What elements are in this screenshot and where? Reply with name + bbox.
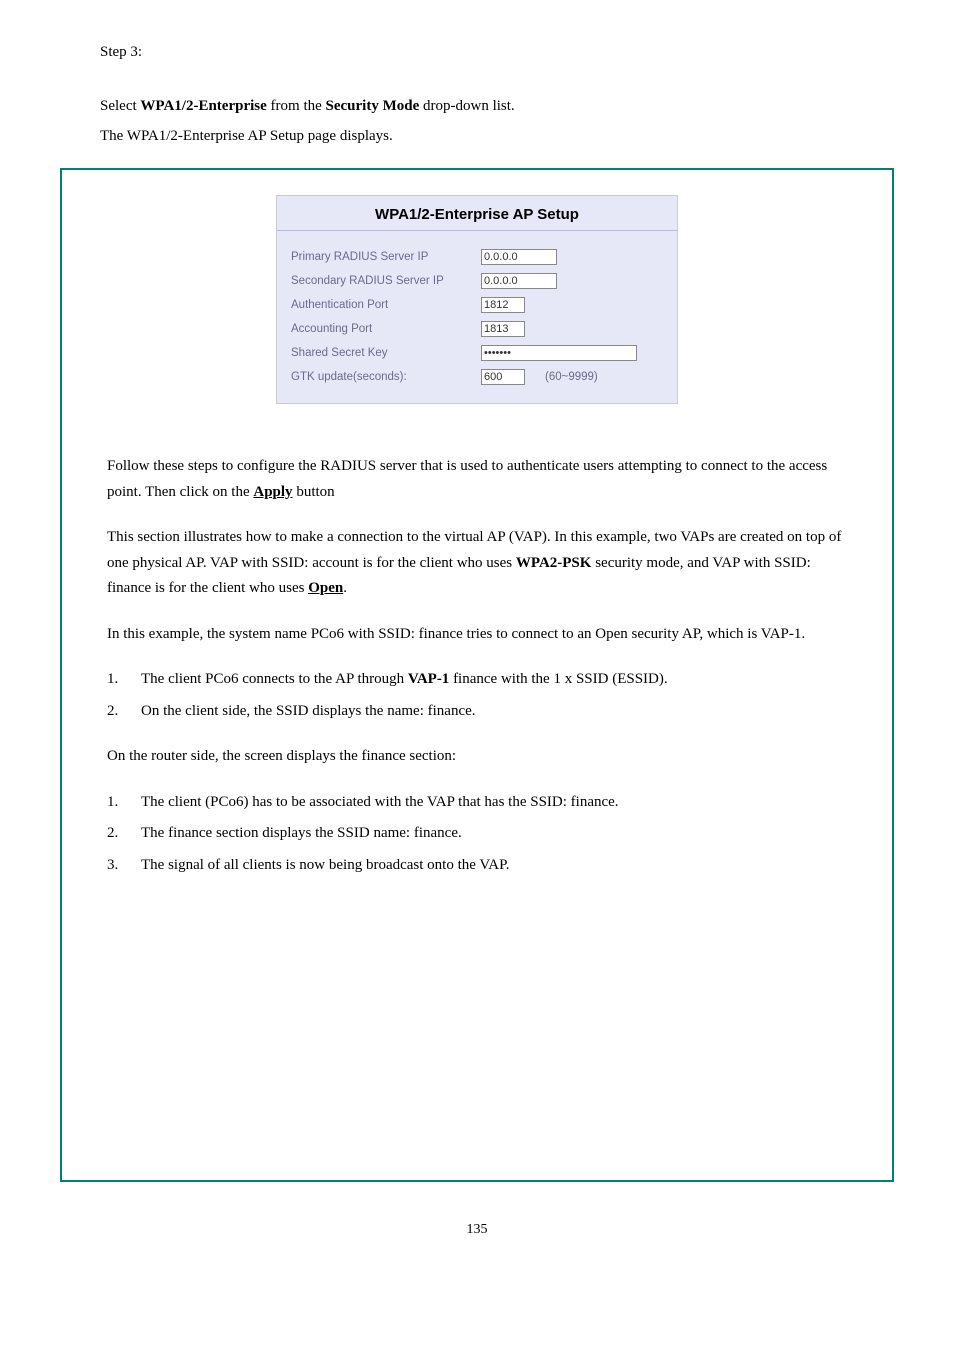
acct-port-input[interactable]: [481, 321, 525, 337]
sect1-n2: 2.: [107, 699, 141, 725]
step-prefix: Select: [100, 98, 137, 114]
sect2-t1: The client (PCo6) has to be associated w…: [141, 790, 847, 816]
para2-bold1: WPA2-PSK: [516, 555, 592, 571]
sect2-t3: The signal of all clients is now being b…: [141, 853, 847, 879]
acct-port-label: Accounting Port: [291, 323, 481, 335]
sect1-t2: On the client side, the SSID displays th…: [141, 699, 847, 725]
para1-apply: Apply: [253, 484, 292, 500]
secondary-radius-label: Secondary RADIUS Server IP: [291, 275, 481, 287]
step-bold-2: Security Mode: [326, 98, 420, 114]
sect2-intro: On the router side, the screen displays …: [107, 744, 847, 770]
sect1-n1: 1.: [107, 667, 141, 693]
sect2-n3: 3.: [107, 853, 141, 879]
gtk-label: GTK update(seconds):: [291, 371, 481, 383]
para2-suffix: .: [343, 580, 347, 596]
para1-suffix: button: [296, 484, 334, 500]
primary-radius-input[interactable]: [481, 249, 557, 265]
gtk-hint: (60~9999): [545, 371, 598, 383]
page-number: 135: [0, 1222, 954, 1238]
para2-tail-prefix: account is for the client who uses: [312, 555, 516, 571]
panel-header: WPA1/2-Enterprise AP Setup: [277, 196, 677, 231]
sect1-intro: In this example, the system name PCo6 wi…: [107, 622, 847, 648]
step-number: Step 3:: [100, 44, 142, 60]
secondary-radius-input[interactable]: [481, 273, 557, 289]
sect2-n2: 2.: [107, 821, 141, 847]
step-bold-1: WPA1/2-Enterprise: [140, 98, 266, 114]
auth-port-input[interactable]: [481, 297, 525, 313]
step-mid: from the: [271, 98, 322, 114]
body-text: Follow these steps to configure the RADI…: [62, 424, 892, 878]
sect1-t1a: The client PCo6 connects to the AP throu…: [141, 671, 404, 687]
content-frame: WPA1/2-Enterprise AP Setup Primary RADIU…: [60, 168, 894, 1182]
sect1-t1b: VAP-1: [408, 671, 449, 687]
step-suffix: drop-down list.: [423, 98, 515, 114]
shared-secret-label: Shared Secret Key: [291, 347, 481, 359]
para1-prefix: Follow these steps to configure the RADI…: [107, 458, 827, 500]
primary-radius-label: Primary RADIUS Server IP: [291, 251, 481, 263]
auth-port-label: Authentication Port: [291, 299, 481, 311]
sect1-t1c: finance with the 1 x SSID (ESSID).: [453, 671, 668, 687]
sect2-t2: The finance section displays the SSID na…: [141, 821, 847, 847]
shared-secret-input[interactable]: [481, 345, 637, 361]
gtk-input[interactable]: [481, 369, 525, 385]
panel-title: WPA1/2-Enterprise AP Setup: [375, 206, 579, 223]
para2-underline: Open: [308, 580, 343, 596]
wpa-enterprise-panel: WPA1/2-Enterprise AP Setup Primary RADIU…: [276, 195, 678, 404]
sect2-n1: 1.: [107, 790, 141, 816]
setup-title: The WPA1/2-Enterprise AP Setup page disp…: [100, 124, 854, 148]
